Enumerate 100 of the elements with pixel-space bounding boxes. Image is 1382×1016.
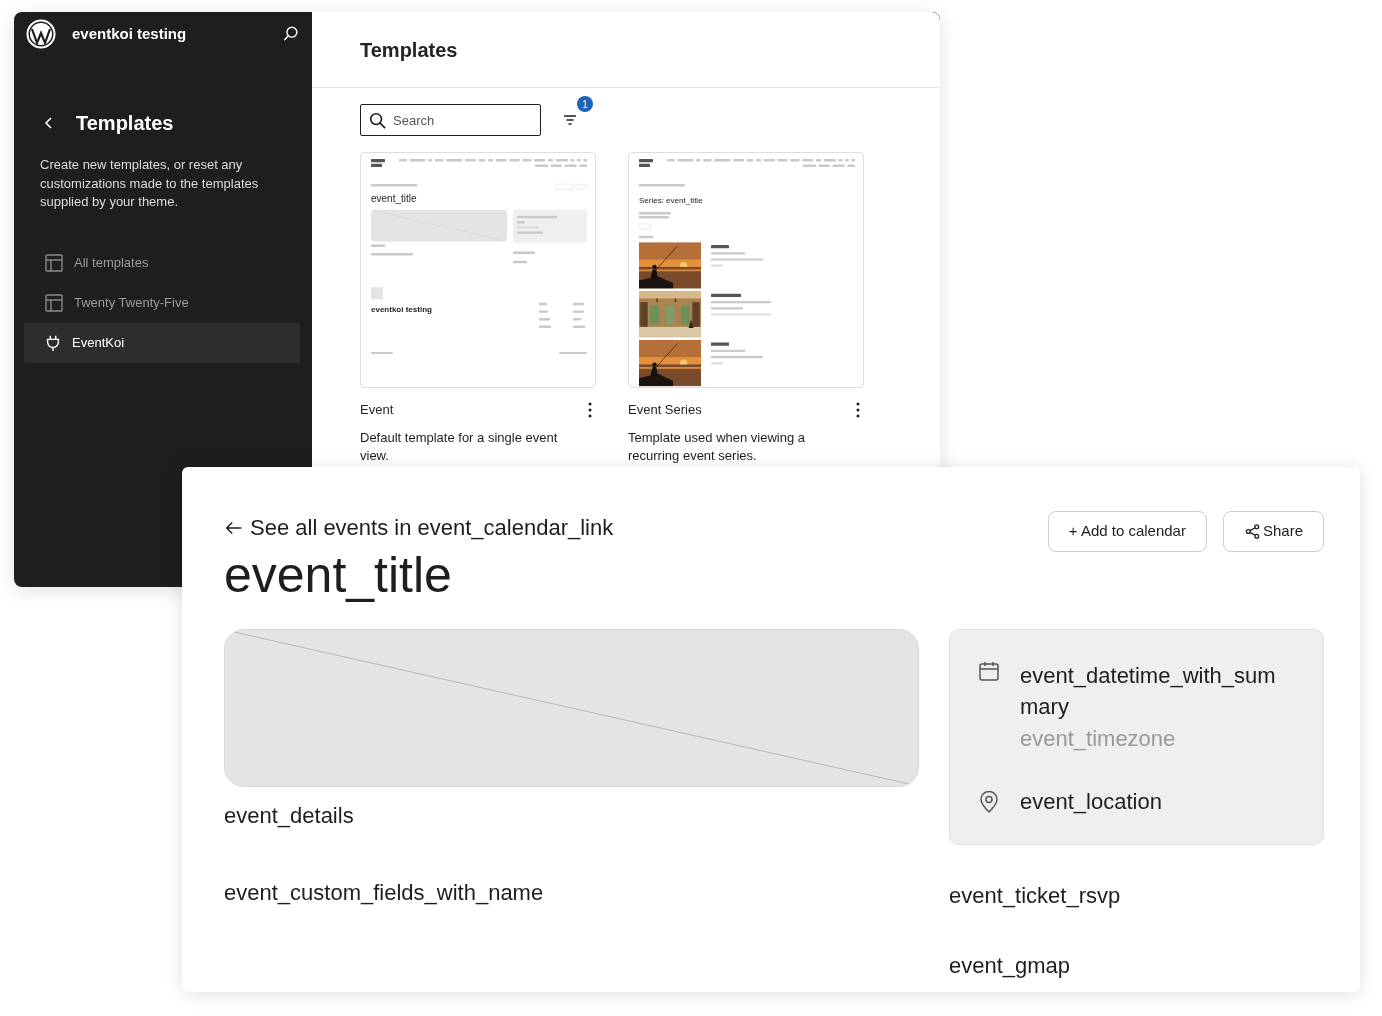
text-line: [399, 159, 407, 162]
text-line: [539, 310, 548, 313]
text-line: [847, 164, 855, 167]
wordpress-logo-icon[interactable]: [26, 19, 56, 49]
template-name[interactable]: Event Series: [628, 400, 702, 420]
text-line: [539, 325, 551, 328]
text-line: [371, 244, 385, 247]
text-line: [711, 356, 763, 359]
ticket-text: event_ticket_rsvp: [949, 882, 1122, 910]
text-line: [564, 164, 577, 167]
text-line: [711, 362, 723, 365]
template-name[interactable]: Event: [360, 400, 394, 420]
text-line: [446, 159, 463, 162]
sidebar-title: Templates: [76, 111, 174, 135]
text-line: [573, 302, 584, 306]
text-line: [488, 159, 493, 162]
template-description: Template used when viewing a recurring event series.: [628, 428, 807, 465]
details-text: event_details: [224, 802, 355, 830]
text-line: [371, 352, 393, 354]
custom-fields-text: event_custom_fields_with_name: [224, 879, 545, 907]
text-line: [763, 159, 775, 162]
text-line: [711, 258, 763, 261]
text-line: [517, 231, 543, 234]
text-line: [756, 159, 761, 162]
sidebar-item[interactable]: Twenty Twenty-Five: [24, 282, 300, 323]
text-line: [733, 159, 744, 162]
text-line: [509, 159, 520, 162]
back-link[interactable]: See all events in event_calendar_link: [250, 511, 614, 544]
text-line: [495, 159, 507, 162]
template-description: Default template for a single event view.: [360, 428, 559, 465]
text-line: [465, 159, 476, 162]
logo-placeholder: [371, 287, 383, 300]
text-line: [838, 159, 843, 162]
text-line: [517, 221, 525, 224]
text-line: [677, 159, 694, 162]
filter-icon: [563, 114, 577, 126]
text-line: [559, 352, 587, 354]
template-preview[interactable]: Series: event_title: [628, 152, 864, 388]
text-line: [746, 159, 754, 162]
text-line: [696, 159, 701, 162]
text-line: [711, 301, 771, 304]
search-field[interactable]: Search: [360, 104, 541, 136]
footer-site-title: eventkoi testing: [371, 303, 432, 316]
text-line: [539, 318, 550, 321]
preview-title: Series: event_title: [639, 195, 704, 207]
layout-icon: [44, 252, 64, 273]
location-pin-icon: [978, 790, 1000, 813]
text-line: [711, 349, 745, 352]
chevron-left-icon[interactable]: [44, 116, 54, 130]
text-line: [522, 159, 532, 162]
text-line: [577, 159, 581, 162]
text-line: [435, 159, 444, 162]
site-title[interactable]: eventkoi testing: [72, 22, 266, 46]
text-line: [845, 159, 849, 162]
template-preview[interactable]: event_title eventkoi testing: [360, 152, 596, 388]
text-line: [790, 159, 800, 162]
text-line: [823, 159, 836, 162]
event-title: event_title: [224, 548, 453, 603]
text-line: [711, 342, 729, 346]
text-line: [539, 302, 547, 306]
count-badge: 1: [577, 96, 593, 112]
add-to-calendar-button[interactable]: + Add to calendar: [1047, 511, 1207, 552]
text-line: [513, 260, 527, 264]
share-icon: [1243, 523, 1261, 540]
text-line: [667, 159, 675, 162]
text-line: [714, 159, 731, 162]
location-text: event_location: [1020, 788, 1162, 816]
page-title: Templates: [360, 37, 458, 62]
text-line: [371, 253, 413, 256]
text-line: [703, 159, 712, 162]
sidebar-description: Create new templates, or reset any customizations made to the templates supplied by your theme.: [40, 156, 260, 211]
timezone-text: event_timezone: [1020, 725, 1177, 753]
text-line: [573, 325, 585, 328]
text-line: [570, 159, 575, 162]
text-line: [371, 184, 417, 187]
text-line: [711, 252, 745, 255]
text-line: [409, 159, 426, 162]
sidebar-item[interactable]: All templates: [24, 242, 300, 283]
text-line: [711, 313, 771, 316]
search-icon[interactable]: [282, 25, 300, 43]
text-line: [832, 164, 845, 167]
text-line: [639, 184, 685, 187]
text-line: [711, 293, 741, 297]
search-icon: [368, 111, 386, 129]
preview-title: event_title: [371, 193, 418, 205]
text-line: [478, 159, 486, 162]
more-icon: [588, 401, 592, 418]
text-line: [711, 307, 743, 310]
text-line: [513, 251, 535, 254]
text-line: [573, 318, 581, 321]
sidebar-item[interactable]: EventKoi: [24, 322, 300, 363]
text-line: [555, 159, 568, 162]
text-line: [428, 159, 433, 162]
datetime-text: event_datetime_with_summary: [1020, 662, 1277, 721]
share-button[interactable]: Share: [1222, 511, 1324, 552]
text-line: [639, 235, 653, 239]
map-text: event_gmap: [949, 952, 1072, 980]
text-line: [818, 164, 830, 167]
text-line: [777, 159, 788, 162]
text-line: [851, 159, 855, 162]
